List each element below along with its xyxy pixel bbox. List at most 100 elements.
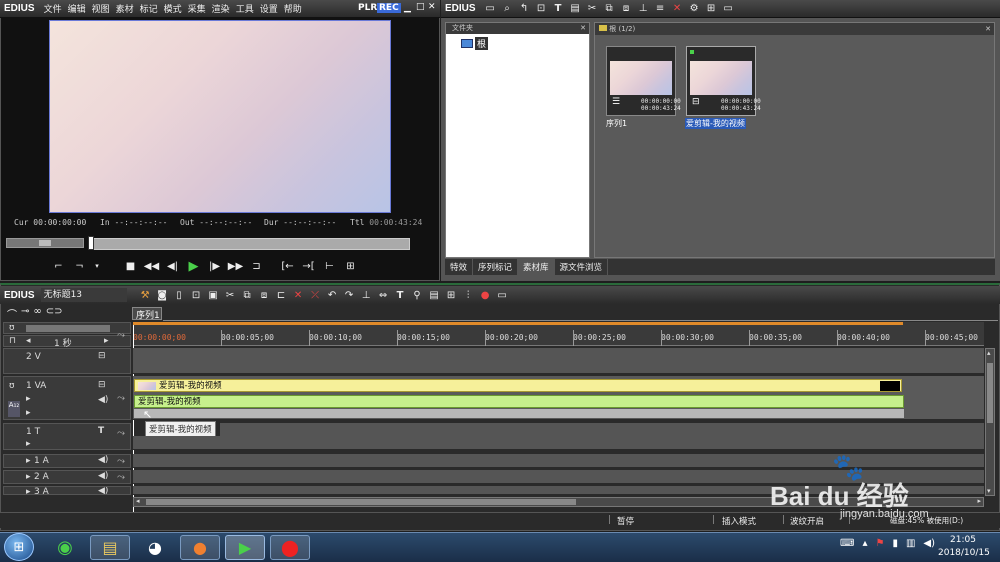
view-icon[interactable]: ⊞ [703,1,720,16]
close-icon[interactable]: ✕ [428,2,436,12]
title-icon[interactable]: T [550,1,567,16]
expand-icon[interactable]: ▸ [26,472,31,482]
save-icon[interactable]: ▣ [205,288,222,303]
undo-icon[interactable]: ↶ [324,288,341,303]
master-slider[interactable] [26,325,110,332]
clip-name-sequence[interactable]: 序列1 [606,118,627,129]
scrub-bar[interactable] [88,238,410,250]
paste-insert-icon[interactable]: ⊏ [273,288,290,303]
capture-icon[interactable]: ◙ [154,288,171,303]
menu-item[interactable]: 模式 [164,2,182,15]
volume-icon[interactable]: ◀) [923,538,935,549]
audio-mute-icon[interactable]: ◀) [98,455,108,465]
add-clip-icon[interactable]: ⊡ [533,1,550,16]
title-icon[interactable]: T [392,288,409,303]
audio-channel-icon[interactable]: A₁₂ [8,401,20,417]
scale-lock-icon[interactable]: ⊓ [9,336,16,346]
properties-icon[interactable]: ⚙ [686,1,703,16]
clock-time[interactable]: 21:05 [950,535,976,545]
paste-icon[interactable]: ⧈ [618,1,635,16]
step-forward-icon[interactable]: |▶ [206,259,223,274]
bin-tab[interactable]: 素材库 [518,259,555,275]
window-icon[interactable]: ▭ [720,1,737,16]
mode-wave-icon[interactable]: ⌒ [7,306,17,321]
step-back-icon[interactable]: ◀| [164,259,181,274]
snap-icon[interactable]: ⇔ [375,288,392,303]
menu-item[interactable]: 标记 [140,2,158,15]
taskbar-edius-icon[interactable]: ▶ [225,535,265,560]
clip-name-video[interactable]: 爱剪辑-我的视频 [685,118,746,129]
track-header-1va[interactable]: ʊ 1 VA ⊟ ▸ ◀) ▸ A₁₂ [3,376,131,420]
replace-icon[interactable]: ⊢ [321,259,338,274]
track-header-2v[interactable]: 2 V ⊟ [3,348,131,374]
mode-icon[interactable]: ⚒ [137,288,154,303]
fast-forward-icon[interactable]: ▶▶ [227,259,244,274]
open-project-icon[interactable]: ⊡ [188,288,205,303]
scale-left-icon[interactable]: ◂ [26,336,31,346]
menu-item[interactable]: 设置 [260,2,278,15]
mode-split-icon[interactable]: ⊸ [21,306,29,320]
audio-clip[interactable]: 爱剪辑-我的视频 [134,395,904,408]
video-mute-icon[interactable]: ⊟ [98,351,106,361]
play-icon[interactable]: ▶ [185,259,202,274]
ripple-delete-icon[interactable]: ⤫ [307,288,324,303]
scroll-down-icon[interactable]: ▾ [987,487,991,495]
sync-icon[interactable]: ⤳ [117,428,125,439]
up-folder-icon[interactable]: ↰ [516,1,533,16]
set-out-icon[interactable]: ¬ [71,259,88,274]
add-timeline-icon[interactable]: ⊥ [635,1,652,16]
track-1t-left[interactable] [133,436,220,450]
scroll-up-icon[interactable]: ▴ [987,349,991,357]
menu-item[interactable]: 文件 [44,2,62,15]
bin-tab[interactable]: 序列标记 [473,259,519,275]
sequence-tab[interactable]: 序列1 [132,307,162,321]
grid-icon[interactable]: ⊞ [443,288,460,303]
start-button[interactable]: ⊞ [4,533,34,561]
mixer-icon[interactable]: ⫶ [460,288,477,303]
expand-icon[interactable]: ▸ [26,408,31,418]
audio-mute-icon[interactable]: ◀) [98,471,108,481]
track-2v[interactable] [133,348,984,374]
cut-icon[interactable]: ✂ [584,1,601,16]
cut-icon[interactable]: ✂ [222,288,239,303]
taskbar-qq-icon[interactable]: ◕ [135,535,175,560]
clip-thumb-sequence[interactable]: ☰ 00:00:00:00 00:00:43:24 [606,46,681,116]
video-clip[interactable]: 爱剪辑-我的视频 [134,379,902,392]
track-header-3a[interactable]: ▸ 3 A ◀) [3,486,131,495]
expand-icon[interactable]: ▸ [26,456,31,466]
bin-tab[interactable]: 源文件浏览 [555,259,609,275]
shuttle-knob[interactable] [39,240,51,246]
scroll-thumb[interactable] [987,363,993,423]
mic-icon[interactable]: ⚲ [409,288,426,303]
track-header-2a[interactable]: ▸ 2 A ◀) [3,470,131,484]
menu-item[interactable]: 渲染 [212,2,230,15]
scale-right-icon[interactable]: ▸ [104,336,109,346]
playhead-marker[interactable] [88,236,94,250]
redo-icon[interactable]: ↷ [341,288,358,303]
vertical-scrollbar[interactable]: ▴ ▾ [985,348,995,496]
title-track-icon[interactable]: T [98,426,104,436]
expand-icon[interactable]: ▸ [26,487,31,494]
scroll-right-icon[interactable]: ▸ [977,497,981,505]
sync-icon[interactable]: ⤳ [117,472,125,483]
mode-link-icon[interactable]: ∞ [33,306,41,320]
bin-tab[interactable]: 特效 [445,259,474,275]
insert-track-icon[interactable]: ≡ [652,1,669,16]
menu-item[interactable]: 编辑 [68,2,86,15]
flag-icon[interactable]: ⚑ [875,538,884,549]
rec-indicator[interactable]: REC [377,3,401,13]
network-icon[interactable]: ▥ [906,538,915,549]
menu-item[interactable]: 视图 [92,2,110,15]
status-insert-mode[interactable]: 插入模式 [722,515,756,527]
menu-item[interactable]: 素材 [116,2,134,15]
tray-arrow-icon[interactable]: ▴ [862,538,867,549]
copy-icon[interactable]: ⧉ [239,288,256,303]
track-lock-icon[interactable]: ʊ [9,381,15,391]
clip-thumb-video[interactable]: ⊟ 00:00:00:00 00:00:43:24 [686,46,761,116]
render-icon[interactable]: ▤ [426,288,443,303]
video-mute-icon[interactable]: ⊟ [98,380,106,390]
maximize-icon[interactable]: □ [416,2,425,12]
sync-icon[interactable]: ⤳ [117,393,125,404]
menu-item[interactable]: 采集 [188,2,206,15]
insert-icon[interactable]: [← [279,259,296,274]
